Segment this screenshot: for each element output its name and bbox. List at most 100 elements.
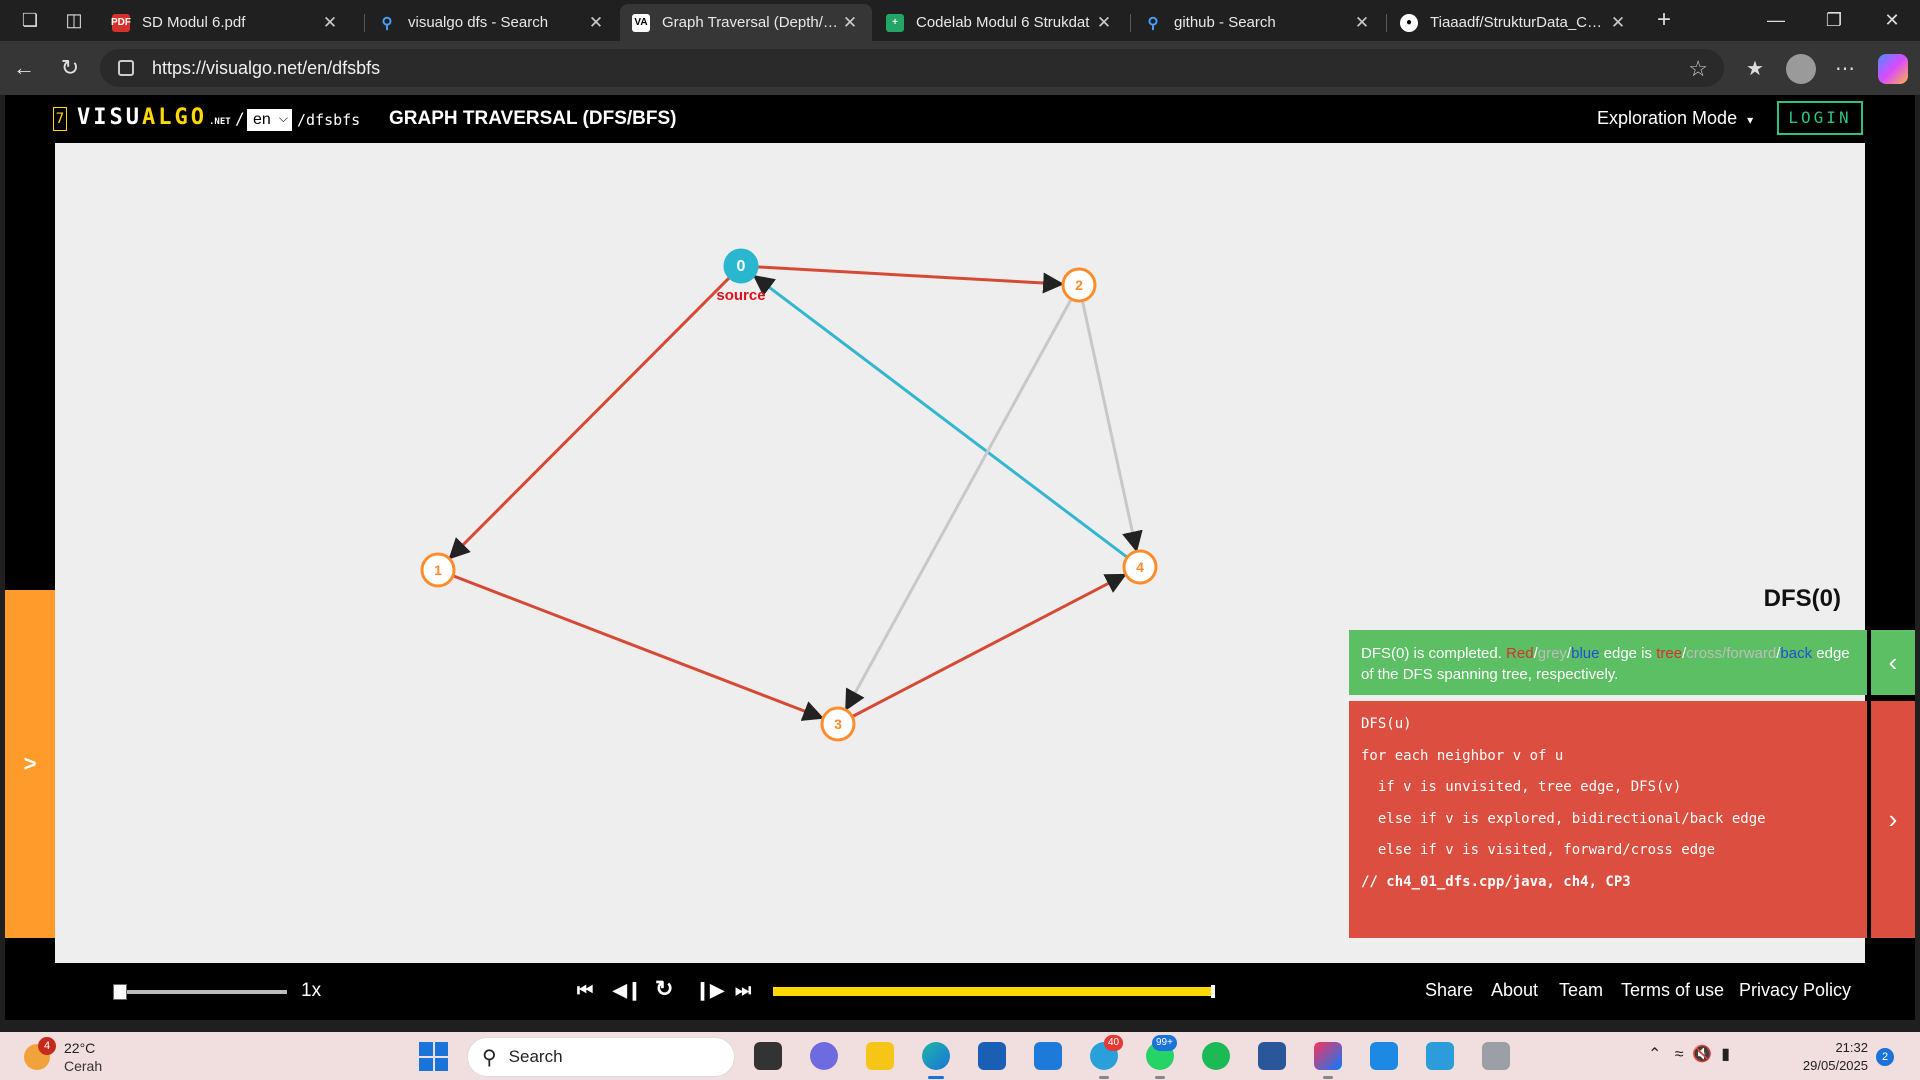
speed-value: 1x <box>301 980 322 1001</box>
profile-avatar-icon[interactable] <box>1786 54 1816 84</box>
close-icon[interactable]: ✕ <box>1608 13 1628 33</box>
collapse-status-button[interactable]: ‹ <box>1871 630 1915 695</box>
tab-visualgo-search[interactable]: ⚲ visualgo dfs - Search ✕ <box>366 4 618 41</box>
spotify-icon[interactable] <box>1202 1042 1230 1070</box>
favorite-star-icon[interactable]: ☆ <box>1688 56 1708 82</box>
graph-node-3[interactable]: 3 <box>820 706 856 742</box>
source-label: source <box>716 287 765 304</box>
terms-link[interactable]: Terms of use <box>1621 980 1724 1001</box>
code-line: DFS(u) <box>1361 716 1412 732</box>
vertical-tabs-icon[interactable]: ◫ <box>62 8 86 32</box>
graph-node-0[interactable]: 0 source <box>716 248 766 304</box>
edge-4-0 <box>752 274 1129 559</box>
restore-icon[interactable]: ❐ <box>1806 0 1862 41</box>
search-icon: ⚲ <box>1147 14 1159 32</box>
share-link[interactable]: Share <box>1425 980 1473 1001</box>
search-icon: ⚲ <box>482 1046 497 1069</box>
workspaces-icon[interactable]: ❏ <box>18 8 42 32</box>
edge-0-2 <box>756 265 1065 294</box>
site-info-icon[interactable] <box>118 60 134 76</box>
node-label: 1 <box>434 562 442 578</box>
start-button[interactable] <box>419 1042 448 1071</box>
edge-3-4 <box>851 573 1127 718</box>
site-logo[interactable]: VISUALGO <box>77 105 207 130</box>
minimize-icon[interactable]: — <box>1748 0 1804 41</box>
privacy-link[interactable]: Privacy Policy <box>1739 980 1851 1001</box>
close-icon[interactable]: ✕ <box>840 13 860 33</box>
close-icon[interactable]: ✕ <box>586 13 606 33</box>
team-link[interactable]: Team <box>1559 980 1603 1001</box>
status-panel: DFS(0) is completed. Red/grey/blue edge … <box>1349 630 1867 695</box>
intellij-icon[interactable] <box>1314 1042 1342 1079</box>
visualgo-page: 7 VISUALGO .NET / en /dfsbfs GRAPH TRAVE… <box>5 95 1915 1020</box>
favorites-icon[interactable]: ★ <box>1740 54 1770 84</box>
teams-icon[interactable] <box>810 1042 838 1070</box>
login-button[interactable]: LOGIN <box>1777 101 1863 135</box>
notification-badge[interactable]: 2 <box>1876 1048 1894 1066</box>
speed-slider[interactable] <box>115 990 287 994</box>
step-forward-icon[interactable]: ❙▶ <box>695 980 724 1001</box>
tab-github-search[interactable]: ⚲ github - Search ✕ <box>1132 4 1384 41</box>
mode-dropdown[interactable]: Exploration Mode <box>1597 108 1753 129</box>
speed-slider-handle[interactable] <box>113 984 127 1000</box>
store-icon[interactable] <box>978 1042 1006 1070</box>
go-to-beginning-icon[interactable]: ⏮ <box>577 980 593 1001</box>
refresh-icon[interactable]: ↻ <box>56 54 84 82</box>
step-backward-icon[interactable]: ◀❙ <box>613 980 642 1001</box>
edge-icon[interactable] <box>922 1042 950 1079</box>
progress-handle[interactable] <box>1211 985 1215 998</box>
pdf-icon: PDF <box>111 13 131 32</box>
mail-icon[interactable] <box>1034 1042 1062 1070</box>
url-field[interactable]: https://visualgo.net/en/dfsbfs ☆ <box>100 49 1724 87</box>
progress-bar[interactable] <box>773 987 1215 996</box>
tab-github-repo[interactable]: ● Tiaaadf/StrukturData_Code ✕ <box>1388 4 1640 41</box>
close-icon[interactable]: ✕ <box>1094 13 1114 33</box>
graph-node-4[interactable]: 4 <box>1122 549 1158 585</box>
close-window-icon[interactable]: ✕ <box>1864 0 1920 41</box>
open-menu-button[interactable]: > <box>5 590 55 938</box>
edge-2-4 <box>1080 300 1143 553</box>
logo-seven[interactable]: 7 <box>53 107 67 131</box>
weather-condition[interactable]: Cerah <box>64 1058 102 1074</box>
file-explorer-icon[interactable] <box>866 1042 894 1070</box>
tab-divider <box>1386 14 1387 32</box>
browser-tab-strip: ❏ ◫ PDF SD Modul 6.pdf ✕ ⚲ visualgo dfs … <box>0 0 1920 41</box>
word-icon[interactable] <box>1258 1042 1286 1070</box>
taskbar-search[interactable]: ⚲ Search <box>467 1037 735 1077</box>
more-menu-icon[interactable]: ⋯ <box>1830 54 1860 84</box>
playback-controls: 1x ⏮ ◀❙ ↻ ❙▶ ⏭ Share About Team Terms of… <box>5 963 1915 1020</box>
graph-node-1[interactable]: 1 <box>420 552 456 588</box>
graph-node-2[interactable]: 2 <box>1061 267 1097 303</box>
about-link[interactable]: About <box>1491 980 1538 1001</box>
github-icon: ● <box>1400 13 1418 32</box>
app-icon[interactable] <box>1370 1042 1398 1070</box>
logo-net: .NET <box>209 117 231 127</box>
task-view-icon[interactable] <box>754 1042 782 1070</box>
new-tab-icon[interactable]: + <box>1652 8 1676 32</box>
edge-0-1 <box>448 276 731 560</box>
tab-codelab[interactable]: + Codelab Modul 6 Strukdat ✕ <box>874 4 1126 41</box>
go-to-end-icon[interactable]: ⏭ <box>735 980 751 1001</box>
close-icon[interactable]: ✕ <box>320 13 340 33</box>
clock[interactable]: 21:32 29/05/2025 <box>1784 1039 1868 1075</box>
edge-2-3 <box>844 298 1073 711</box>
vs-code-icon[interactable] <box>1426 1042 1454 1070</box>
page-title: GRAPH TRAVERSAL (DFS/BFS) <box>389 108 677 129</box>
code-line: else if v is explored, bidirectional/bac… <box>1361 810 1766 827</box>
language-select[interactable]: en <box>247 107 292 131</box>
back-icon[interactable]: ← <box>10 54 38 82</box>
code-line: for each neighbor v of u <box>1361 747 1564 764</box>
pseudocode-panel: DFS(u) for each neighbor v of u if v is … <box>1349 701 1867 938</box>
tab-pdf[interactable]: PDF SD Modul 6.pdf ✕ <box>100 4 352 41</box>
temperature[interactable]: 22°C <box>64 1040 95 1056</box>
replay-icon[interactable]: ↻ <box>655 976 673 1002</box>
tab-graph-traversal[interactable]: VA Graph Traversal (Depth/Bre ✕ <box>620 4 872 41</box>
recycle-bin-icon[interactable] <box>1482 1042 1510 1070</box>
close-icon[interactable]: ✕ <box>1352 13 1372 33</box>
edge-1-3 <box>452 574 825 721</box>
system-tray[interactable]: ⌃ ≈ 🔇 ▮ <box>1648 1044 1730 1064</box>
expand-code-button[interactable]: › <box>1871 701 1915 938</box>
node-label: 2 <box>1075 277 1083 293</box>
copilot-icon[interactable] <box>1878 54 1908 84</box>
taskbar: 4 22°C Cerah ⚲ Search 40 99+ ⌃ ≈ 🔇 ▮ 21:… <box>0 1032 1920 1080</box>
